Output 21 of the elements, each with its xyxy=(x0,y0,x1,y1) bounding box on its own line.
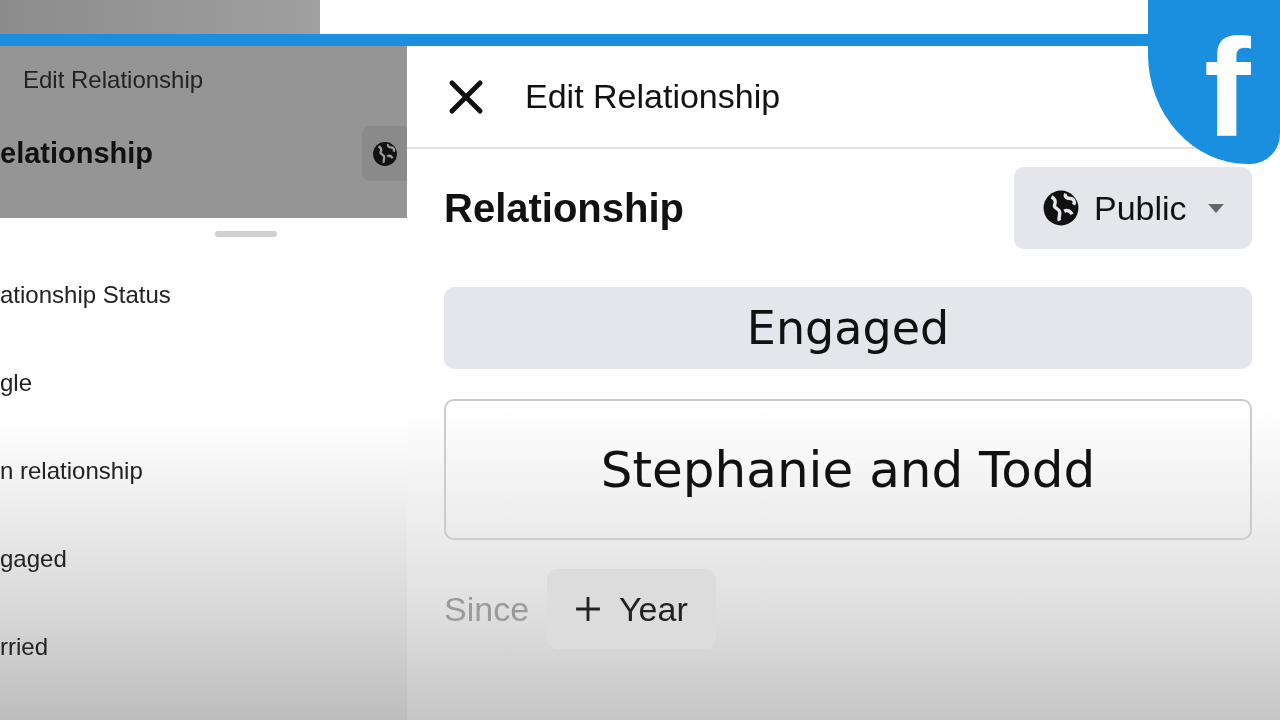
status-option[interactable]: n relationship xyxy=(0,456,407,544)
status-option[interactable]: gle xyxy=(0,368,407,456)
audience-button[interactable]: Public xyxy=(1014,167,1252,249)
since-label: Since xyxy=(444,589,530,629)
section-heading: elationship xyxy=(0,137,154,170)
screen-title: Edit Relationship xyxy=(22,65,205,95)
partner-field[interactable]: Stephanie and Todd xyxy=(444,399,1252,540)
privacy-button[interactable] xyxy=(362,126,407,181)
sheet-title: ationship Status xyxy=(0,280,172,310)
caret-icon xyxy=(1208,203,1224,213)
globe-icon xyxy=(1042,189,1080,227)
status-dropdown[interactable]: Engaged xyxy=(444,287,1252,369)
close-icon[interactable] xyxy=(448,78,484,115)
add-year-button[interactable]: Year xyxy=(547,569,716,649)
section-heading: Relationship xyxy=(444,185,685,231)
plus-icon xyxy=(575,596,602,622)
status-option[interactable]: rried xyxy=(0,632,407,720)
dialog-title: Edit Relationship xyxy=(525,77,781,116)
globe-icon xyxy=(371,140,398,167)
drag-handle[interactable] xyxy=(215,231,277,237)
status-option[interactable]: gaged xyxy=(0,544,407,632)
